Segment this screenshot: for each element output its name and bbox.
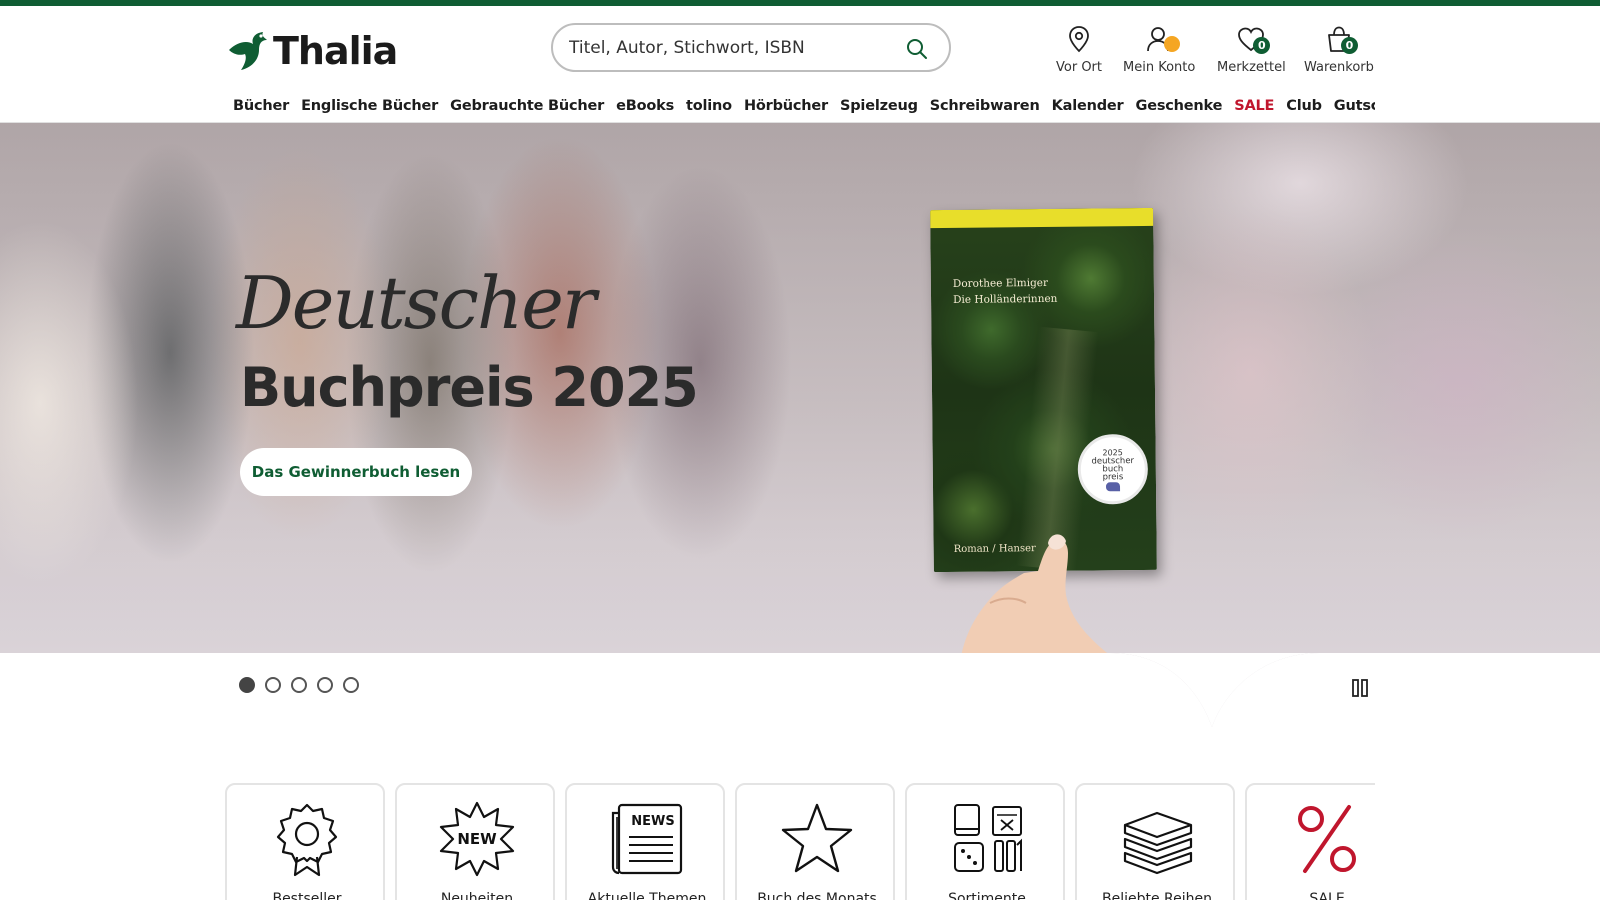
featured-book-cover[interactable]: Dorothee Elmiger Die Holländerinnen 2025… — [930, 207, 1157, 573]
nav-item-club[interactable]: Club — [1286, 92, 1322, 120]
hero-title: Buchpreis 2025 — [240, 356, 699, 419]
category-label: SALE — [1309, 891, 1345, 900]
category-label: Aktuelle Themen — [587, 891, 707, 900]
category-tile-sortimente[interactable]: Sortimente — [905, 783, 1065, 900]
wishlist-count-badge: 0 — [1253, 37, 1271, 54]
location-pin-icon — [1069, 26, 1089, 53]
search-input[interactable] — [569, 37, 889, 58]
carousel-dot-3[interactable] — [291, 677, 307, 693]
nav-item-englische-buecher[interactable]: Englische Bücher — [301, 92, 438, 120]
site-header: Thalia Vor Ort Mein Konto — [0, 6, 1600, 123]
wishlist-label: Merkzettel — [1217, 60, 1286, 75]
read-winner-book-button[interactable]: Das Gewinnerbuch lesen — [240, 448, 472, 496]
nav-item-ebooks[interactable]: eBooks — [616, 92, 674, 120]
category-label: Beliebte Reihen — [1101, 891, 1212, 900]
search-bar — [551, 23, 951, 72]
new-burst-icon: NEW — [439, 801, 515, 877]
star-icon — [781, 803, 853, 873]
category-tiles: Bestseller NEW Neuheiten NEWS Aktuelle T… — [225, 783, 1375, 900]
nav-item-gutschein[interactable]: Gutschein — [1334, 92, 1375, 120]
nav-item-geschenke[interactable]: Geschenke — [1136, 92, 1223, 120]
account-link[interactable]: Mein Konto — [1123, 24, 1195, 75]
category-label: Bestseller — [272, 891, 342, 900]
seal-line-3: preis — [1102, 471, 1124, 482]
account-status-dot — [1164, 36, 1181, 52]
carousel-dot-2[interactable] — [265, 677, 281, 693]
book-stack-icon — [1123, 811, 1193, 875]
carousel-dot-5[interactable] — [343, 677, 359, 693]
book-title: Die Holländerinnen — [952, 292, 1058, 306]
seal-mark-icon — [1105, 481, 1121, 491]
store-locator-link[interactable]: Vor Ort — [1056, 24, 1102, 75]
search-icon[interactable] — [905, 37, 929, 61]
nav-item-kalender[interactable]: Kalender — [1052, 92, 1124, 120]
nav-item-hoerbuecher[interactable]: Hörbücher — [744, 92, 828, 120]
cart-label: Warenkorb — [1304, 60, 1374, 75]
category-tile-neuheiten[interactable]: NEW Neuheiten — [395, 783, 555, 900]
account-label: Mein Konto — [1123, 60, 1196, 75]
category-tile-beliebte-reihen[interactable]: Beliebte Reihen — [1075, 783, 1235, 900]
nav-item-spielzeug[interactable]: Spielzeug — [840, 92, 918, 120]
brand-name: Thalia — [273, 29, 398, 73]
store-locator-label: Vor Ort — [1056, 60, 1102, 75]
category-tile-aktuelle-themen[interactable]: NEWS Aktuelle Themen — [565, 783, 725, 900]
award-ribbon-icon — [276, 803, 338, 877]
nav-item-buecher[interactable]: Bücher — [233, 92, 289, 120]
nav-item-sale[interactable]: SALE — [1234, 92, 1274, 120]
thalia-bird-logo-icon — [229, 32, 267, 70]
category-label: Sortimente — [948, 891, 1026, 900]
hero-script-title: Deutscher — [236, 261, 596, 345]
carousel-pause-icon[interactable] — [1350, 678, 1370, 698]
book-prize-seal: 2025 deutscher buch preis — [1077, 433, 1149, 505]
category-tile-buch-des-monats[interactable]: Buch des Monats — [735, 783, 895, 900]
carousel-dot-4[interactable] — [317, 677, 333, 693]
new-burst-text: NEW — [457, 830, 497, 848]
category-label: Neuheiten — [440, 891, 514, 900]
cart-count-badge: 0 — [1340, 37, 1358, 54]
hand-holding-book-image — [961, 534, 1108, 653]
newspaper-text: NEWS — [631, 814, 674, 829]
main-navigation: Bücher Englische Bücher Gebrauchte Büche… — [233, 92, 1375, 120]
nav-item-tolino[interactable]: tolino — [686, 92, 732, 120]
cart-link[interactable]: 0 Warenkorb — [1304, 24, 1374, 75]
wishlist-link[interactable]: 0 Merkzettel — [1217, 24, 1286, 75]
hero-banner[interactable]: Deutscher Buchpreis 2025 Das Gewinnerbuc… — [0, 123, 1600, 653]
assortment-icon — [954, 804, 1022, 872]
newspaper-icon: NEWS — [611, 803, 683, 875]
category-tile-sale[interactable]: SALE — [1245, 783, 1375, 900]
book-author: Dorothee Elmiger — [952, 276, 1049, 290]
carousel-dot-1[interactable] — [239, 677, 255, 693]
thalia-logo[interactable]: Thalia — [225, 26, 398, 76]
category-tile-bestseller[interactable]: Bestseller — [225, 783, 385, 900]
nav-item-gebrauchte-buecher[interactable]: Gebrauchte Bücher — [450, 92, 604, 120]
percent-icon — [1298, 805, 1356, 873]
book-cover-yellow-edge — [930, 207, 1154, 229]
category-label: Buch des Monats — [757, 891, 877, 900]
nav-item-schreibwaren[interactable]: Schreibwaren — [930, 92, 1040, 120]
carousel-pagination — [239, 677, 359, 693]
